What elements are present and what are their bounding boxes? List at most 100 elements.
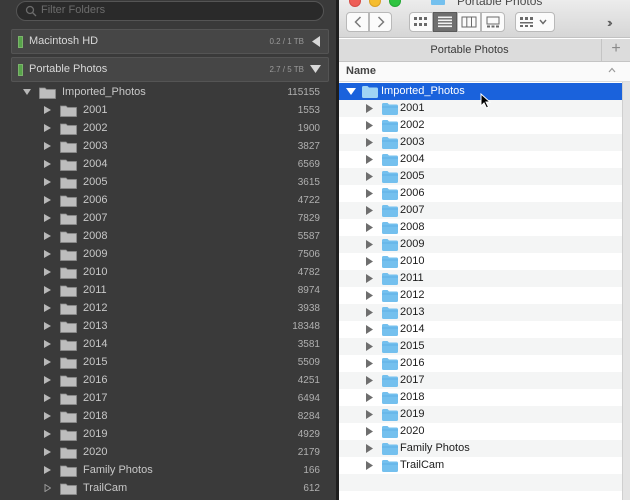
folder-row[interactable]: 2015 5509 [0,353,336,371]
disclosure-collapsed-icon[interactable] [44,466,51,474]
folder-row[interactable]: 2006 4722 [0,191,336,209]
tab-portable-photos[interactable]: Portable Photos [339,39,600,61]
disclosure-collapsed-icon[interactable] [366,155,373,164]
folder-row[interactable]: TrailCam 612 [0,479,336,497]
disclosure-collapsed-icon[interactable] [44,214,51,222]
icon-view-button[interactable] [409,12,433,32]
folder-row[interactable]: 2009 7506 [0,245,336,263]
folder-row[interactable]: 2007 7829 [0,209,336,227]
folder-row[interactable]: 2017 6494 [0,389,336,407]
folder-row[interactable]: 2005 3615 [0,173,336,191]
list-row[interactable]: 2007 [339,202,622,219]
folder-row[interactable]: 2020 2179 [0,443,336,461]
folder-row[interactable]: 2019 4929 [0,425,336,443]
list-row[interactable]: 2017 [339,372,622,389]
list-row[interactable]: 2013 [339,304,622,321]
list-row[interactable]: TrailCam [339,457,622,474]
list-row[interactable]: 2005 [339,168,622,185]
disclosure-collapsed-icon[interactable] [44,268,51,276]
folder-row[interactable]: 2001 1553 [0,101,336,119]
disclosure-collapsed-icon[interactable] [366,223,373,232]
folder-row[interactable]: 2016 4251 [0,371,336,389]
list-view-button[interactable] [433,12,457,32]
disclosure-collapsed-icon[interactable] [366,274,373,283]
folder-row[interactable]: 2008 5587 [0,227,336,245]
back-button[interactable] [346,12,369,32]
list-row[interactable]: 2008 [339,219,622,236]
folder-row[interactable]: 2003 3827 [0,137,336,155]
vertical-scrollbar[interactable] [622,82,630,500]
disclosure-collapsed-icon[interactable] [366,444,373,453]
folder-row[interactable]: 2011 8974 [0,281,336,299]
disclosure-collapsed-icon[interactable] [44,142,51,150]
disclosure-collapsed-icon[interactable] [366,240,373,249]
disclosure-collapsed-icon[interactable] [44,412,51,420]
list-row[interactable]: 2018 [339,389,622,406]
disclosure-collapsed-icon[interactable] [366,461,373,470]
disclosure-expanded-icon[interactable] [346,87,356,96]
disclosure-collapsed-icon[interactable] [366,138,373,147]
new-tab-button[interactable]: + [601,39,630,61]
folder-row[interactable]: 2013 18348 [0,317,336,335]
disclosure-collapsed-icon[interactable] [44,394,51,402]
disclosure-collapsed-icon[interactable] [366,257,373,266]
list-row[interactable]: 2003 [339,134,622,151]
disclosure-collapsed-icon[interactable] [366,325,373,334]
zoom-window-icon[interactable] [389,0,401,7]
disclosure-collapsed-icon[interactable] [44,196,51,204]
list-row[interactable]: 2014 [339,321,622,338]
disclosure-collapsed-icon[interactable] [366,410,373,419]
list-row[interactable]: Family Photos [339,440,622,457]
gallery-view-button[interactable] [481,12,505,32]
folder-row[interactable]: 2004 6569 [0,155,336,173]
disclosure-collapsed-icon[interactable] [366,376,373,385]
disclosure-collapsed-icon[interactable] [44,286,51,294]
disclosure-collapsed-icon[interactable] [366,291,373,300]
disclosure-collapsed-icon[interactable] [366,189,373,198]
disclosure-collapsed-icon[interactable] [366,172,373,181]
list-row[interactable]: 2006 [339,185,622,202]
list-row[interactable]: 2009 [339,236,622,253]
minimize-window-icon[interactable] [369,0,381,7]
disclosure-collapsed-icon[interactable] [366,308,373,317]
disclosure-collapsed-icon[interactable] [44,376,51,384]
disclosure-collapsed-icon[interactable] [44,484,51,492]
disclosure-collapsed-icon[interactable] [44,124,51,132]
column-view-button[interactable] [457,12,481,32]
folder-row[interactable]: Family Photos 166 [0,461,336,479]
disclosure-collapsed-icon[interactable] [44,106,51,114]
list-row[interactable]: 2012 [339,287,622,304]
folder-row[interactable]: 2010 4782 [0,263,336,281]
disclosure-collapsed-icon[interactable] [44,232,51,240]
forward-button[interactable] [369,12,392,32]
disclosure-collapsed-icon[interactable] [44,322,51,330]
disclosure-collapsed-icon[interactable] [366,104,373,113]
list-row[interactable]: 2002 [339,117,622,134]
disclosure-collapsed-icon[interactable] [366,342,373,351]
filter-folders-input[interactable]: Filter Folders [16,1,324,21]
folder-row-imported-photos[interactable]: Imported_Photos 115155 [0,83,336,101]
disclosure-collapsed-icon[interactable] [44,178,51,186]
list-row[interactable]: 2010 [339,253,622,270]
disclosure-collapsed-icon[interactable] [366,359,373,368]
disclosure-collapsed-icon[interactable] [44,448,51,456]
folder-row[interactable]: 2012 3938 [0,299,336,317]
folder-row[interactable]: 2018 8284 [0,407,336,425]
list-row[interactable]: 2015 [339,338,622,355]
folder-row[interactable]: 2014 3581 [0,335,336,353]
list-row[interactable]: 2020 [339,423,622,440]
disclosure-collapsed-icon[interactable] [44,340,51,348]
volume-portable-photos[interactable]: Portable Photos 2.7 / 5 TB [11,57,329,82]
disclosure-collapsed-icon[interactable] [44,160,51,168]
triangle-down-icon[interactable] [310,64,321,74]
volume-macintosh-hd[interactable]: Macintosh HD 0.2 / 1 TB [11,29,329,54]
disclosure-collapsed-icon[interactable] [366,121,373,130]
disclosure-expanded-icon[interactable] [23,88,31,96]
list-row[interactable]: 2016 [339,355,622,372]
column-header-name[interactable]: Name [339,62,630,82]
group-by-button[interactable] [515,12,555,32]
triangle-left-icon[interactable] [311,36,321,47]
disclosure-collapsed-icon[interactable] [44,304,51,312]
close-window-icon[interactable] [349,0,361,7]
disclosure-collapsed-icon[interactable] [44,430,51,438]
